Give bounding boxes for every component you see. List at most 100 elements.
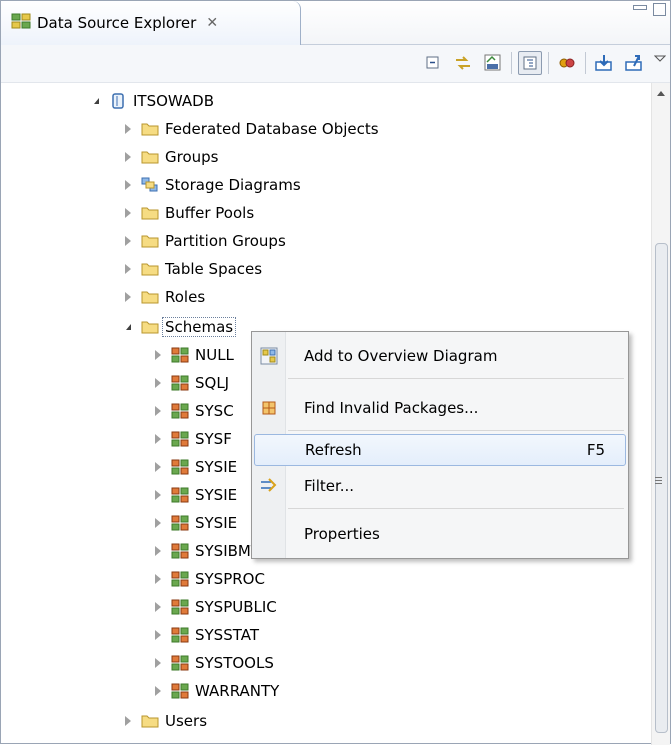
menu-item-label: Find Invalid Packages...	[304, 399, 479, 417]
tree-node-label: SYSTOOLS	[195, 654, 274, 672]
schema-icon	[171, 459, 189, 475]
tree-node-schema[interactable]: WARRANTY	[151, 677, 279, 705]
collapse-triangle-icon[interactable]	[151, 544, 165, 558]
window-buttons	[632, 3, 666, 16]
collapse-triangle-icon[interactable]	[151, 684, 165, 698]
storage-diagram-icon	[141, 177, 159, 193]
tree-node-schema[interactable]: SYSIE	[151, 481, 237, 509]
schema-icon	[171, 375, 189, 391]
tree-node-schema[interactable]: SYSC	[151, 397, 234, 425]
import-icon[interactable]	[592, 51, 616, 75]
tree-node-label: Buffer Pools	[165, 204, 255, 222]
tree-node-schemas[interactable]: Schemas	[121, 313, 237, 341]
collapse-triangle-icon[interactable]	[121, 262, 135, 276]
menu-item-label: Refresh	[305, 441, 362, 459]
menu-item-properties[interactable]: Properties	[254, 518, 626, 550]
menu-item-refresh[interactable]: Refresh F5	[254, 434, 626, 466]
link-with-editor-icon[interactable]	[451, 51, 475, 75]
schema-icon	[171, 683, 189, 699]
tree-node-label: SYSPROC	[195, 570, 265, 588]
tree-node-label: ITSOWADB	[133, 92, 215, 110]
schema-icon	[171, 487, 189, 503]
view-menu-icon[interactable]	[653, 51, 667, 63]
collapse-triangle-icon[interactable]	[151, 516, 165, 530]
collapse-triangle-icon[interactable]	[151, 432, 165, 446]
filter-icon	[254, 471, 284, 501]
vertical-scrollbar[interactable]	[651, 83, 670, 745]
collapse-triangle-icon[interactable]	[121, 234, 135, 248]
collapse-triangle-icon[interactable]	[151, 572, 165, 586]
tree-node-schema[interactable]: SYSIE	[151, 509, 237, 537]
collapse-triangle-icon[interactable]	[121, 290, 135, 304]
schema-icon	[171, 403, 189, 419]
menu-item-add-to-overview-diagram[interactable]: Add to Overview Diagram	[254, 340, 626, 372]
tree-node-schema[interactable]: NULL	[151, 341, 234, 369]
connect-icon[interactable]	[555, 51, 579, 75]
folder-icon	[141, 121, 159, 137]
tree-node-schema[interactable]: SYSPROC	[151, 565, 265, 593]
schema-icon	[171, 431, 189, 447]
close-icon[interactable]: ✕	[206, 15, 218, 31]
maximize-icon[interactable]	[652, 3, 666, 16]
tree-node-schema[interactable]: SYSIE	[151, 453, 237, 481]
menu-item-find-invalid-packages[interactable]: Find Invalid Packages...	[254, 392, 626, 424]
tree-node-federated-database-objects[interactable]: Federated Database Objects	[121, 115, 379, 143]
toolbar-separator	[511, 52, 512, 74]
data-source-explorer-view: Data Source Explorer ✕ ITSOWADB Federate…	[0, 0, 671, 745]
collapse-triangle-icon[interactable]	[151, 600, 165, 614]
tree-node-roles[interactable]: Roles	[121, 283, 205, 311]
tree-node-table-spaces[interactable]: Table Spaces	[121, 255, 262, 283]
tree-node-label: SYSF	[195, 430, 232, 448]
tree-node-schema[interactable]: SYSTOOLS	[151, 649, 274, 677]
collapse-triangle-icon[interactable]	[121, 150, 135, 164]
collapse-all-icon[interactable]	[421, 51, 445, 75]
collapse-triangle-icon[interactable]	[151, 348, 165, 362]
tree-node-label: Table Spaces	[165, 260, 263, 278]
folder-icon	[141, 205, 159, 221]
packages-icon	[254, 393, 284, 423]
schema-icon	[171, 347, 189, 363]
tab-data-source-explorer[interactable]: Data Source Explorer ✕	[1, 1, 301, 45]
show-flat-icon[interactable]	[518, 51, 542, 75]
tree-node-label: SYSIE	[195, 458, 238, 476]
scrollbar-thumb[interactable]	[655, 243, 668, 733]
sql-editor-icon[interactable]	[481, 51, 505, 75]
tree-node-schema[interactable]: SYSF	[151, 425, 232, 453]
menu-item-shortcut: F5	[586, 441, 605, 459]
collapse-triangle-icon[interactable]	[151, 488, 165, 502]
tree-node-groups[interactable]: Groups	[121, 143, 218, 171]
tree-node-users[interactable]: Users	[121, 707, 207, 735]
tree-node-schema[interactable]: SYSSTAT	[151, 621, 259, 649]
collapse-triangle-icon[interactable]	[151, 460, 165, 474]
schema-icon	[171, 571, 189, 587]
expand-triangle-icon[interactable]	[89, 94, 103, 108]
collapse-triangle-icon[interactable]	[121, 206, 135, 220]
menu-item-filter[interactable]: Filter...	[254, 470, 626, 502]
collapse-triangle-icon[interactable]	[151, 376, 165, 390]
view-tab-bar: Data Source Explorer ✕	[1, 1, 670, 45]
export-icon[interactable]	[622, 51, 646, 75]
tree-node-label: Groups	[165, 148, 219, 166]
tree-node-schema[interactable]: SYSPUBLIC	[151, 593, 277, 621]
minimize-icon[interactable]	[632, 3, 647, 15]
tree-node-schema[interactable]: SQLJ	[151, 369, 229, 397]
collapse-triangle-icon[interactable]	[121, 122, 135, 136]
tree-node-database[interactable]: ITSOWADB	[89, 87, 214, 115]
collapse-triangle-icon[interactable]	[151, 656, 165, 670]
scroll-up-icon[interactable]	[657, 91, 665, 96]
tree-node-partition-groups[interactable]: Partition Groups	[121, 227, 286, 255]
tree-node-buffer-pools[interactable]: Buffer Pools	[121, 199, 254, 227]
schema-icon	[171, 515, 189, 531]
overview-diagram-icon	[254, 341, 284, 371]
collapse-triangle-icon[interactable]	[121, 714, 135, 728]
expand-triangle-icon[interactable]	[121, 320, 135, 334]
collapse-triangle-icon[interactable]	[151, 628, 165, 642]
tree-node-label: WARRANTY	[195, 682, 280, 700]
collapse-triangle-icon[interactable]	[151, 404, 165, 418]
folder-icon	[141, 319, 159, 335]
folder-icon	[141, 261, 159, 277]
tree-node-storage-diagrams[interactable]: Storage Diagrams	[121, 171, 301, 199]
schema-icon	[171, 543, 189, 559]
toolbar-separator	[585, 52, 586, 74]
collapse-triangle-icon[interactable]	[121, 178, 135, 192]
